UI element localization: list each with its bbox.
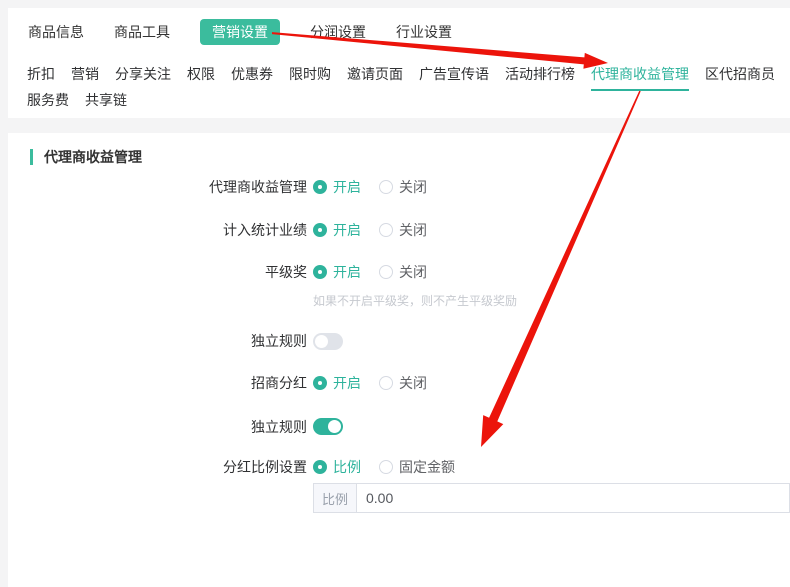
radio-selected-icon[interactable] (313, 376, 327, 390)
section-title: 代理商收益管理 (44, 149, 142, 165)
subtab-ad-slogan[interactable]: 广告宣传语 (419, 64, 489, 84)
radio-option-fixed-amount[interactable]: 固定金额 (379, 457, 455, 477)
radio-option-on[interactable]: 开启 (313, 220, 361, 240)
independent-rule-switch-on[interactable] (313, 418, 343, 435)
label-independent-rule-2: 独立规则 (8, 417, 307, 437)
radio-selected-icon[interactable] (313, 223, 327, 237)
tab-profit-settings[interactable]: 分润设置 (310, 19, 366, 45)
subtab-marketing[interactable]: 营销 (71, 64, 99, 84)
subtab-service-fee[interactable]: 服务费 (27, 90, 69, 110)
subtab-invite-page[interactable]: 邀请页面 (347, 64, 403, 84)
radio-group-dividend-ratio: 比例 固定金额 (313, 457, 455, 477)
radio-option-off[interactable]: 关闭 (379, 177, 427, 197)
radio-option-label: 开启 (333, 373, 361, 393)
radio-group-investment-dividend: 开启 关闭 (313, 373, 427, 393)
radio-option-label: 关闭 (399, 220, 427, 240)
subtab-permission[interactable]: 权限 (187, 64, 215, 84)
radio-option-off[interactable]: 关闭 (379, 262, 427, 282)
subtab-activity-ranking[interactable]: 活动排行榜 (505, 64, 575, 84)
radio-unselected-icon[interactable] (379, 460, 393, 474)
radio-unselected-icon[interactable] (379, 223, 393, 237)
subtab-flash-sale[interactable]: 限时购 (289, 64, 331, 84)
radio-option-label: 开启 (333, 220, 361, 240)
peer-award-helper-text: 如果不开启平级奖，则不产生平级奖励 (313, 293, 517, 309)
radio-option-label: 比例 (333, 457, 361, 477)
primary-nav: 商品信息 商品工具 营销设置 分润设置 行业设置 (28, 19, 790, 45)
switch-knob (328, 420, 341, 433)
subtab-share-chain[interactable]: 共享链 (85, 90, 127, 110)
radio-unselected-icon[interactable] (379, 180, 393, 194)
radio-option-label: 开启 (333, 262, 361, 282)
ratio-input-prefix: 比例 (314, 484, 357, 512)
radio-option-label: 固定金额 (399, 457, 455, 477)
switch-knob (315, 335, 328, 348)
label-investment-dividend: 招商分红 (8, 373, 307, 393)
radio-unselected-icon[interactable] (379, 376, 393, 390)
radio-group-count-into-stats: 开启 关闭 (313, 220, 427, 240)
radio-option-label: 关闭 (399, 177, 427, 197)
subtab-share-follow[interactable]: 分享关注 (115, 64, 171, 84)
radio-option-on[interactable]: 开启 (313, 262, 361, 282)
radio-option-label: 关闭 (399, 373, 427, 393)
subtab-district-agent-recruiter[interactable]: 区代招商员 (705, 64, 775, 84)
independent-rule-switch-off[interactable] (313, 333, 343, 350)
tabs-card: 商品信息 商品工具 营销设置 分润设置 行业设置 折扣 营销 分享关注 权限 优… (8, 8, 790, 118)
radio-option-label: 关闭 (399, 262, 427, 282)
tab-product-tools[interactable]: 商品工具 (114, 19, 170, 45)
radio-option-off[interactable]: 关闭 (379, 373, 427, 393)
content-card: 代理商收益管理 代理商收益管理 开启 关闭 计入统计业绩 开启 关闭 平级奖 开… (8, 133, 790, 587)
radio-option-on[interactable]: 开启 (313, 177, 361, 197)
radio-unselected-icon[interactable] (379, 265, 393, 279)
radio-group-peer-award: 开启 关闭 (313, 262, 427, 282)
tab-product-info[interactable]: 商品信息 (28, 19, 84, 45)
label-agent-revenue-management: 代理商收益管理 (8, 177, 307, 197)
subtab-discount[interactable]: 折扣 (27, 64, 55, 84)
tab-industry-settings[interactable]: 行业设置 (396, 19, 452, 45)
ratio-input-group: 比例 (313, 483, 790, 513)
subtab-agent-revenue-management[interactable]: 代理商收益管理 (591, 64, 689, 84)
label-count-into-stats: 计入统计业绩 (8, 220, 307, 240)
radio-selected-icon[interactable] (313, 180, 327, 194)
radio-option-label: 开启 (333, 177, 361, 197)
radio-selected-icon[interactable] (313, 265, 327, 279)
secondary-nav: 折扣 营销 分享关注 权限 优惠券 限时购 邀请页面 广告宣传语 活动排行榜 代… (27, 64, 782, 110)
radio-option-off[interactable]: 关闭 (379, 220, 427, 240)
ratio-input[interactable] (357, 484, 789, 512)
radio-group-agent-revenue: 开启 关闭 (313, 177, 427, 197)
radio-option-on[interactable]: 开启 (313, 373, 361, 393)
radio-selected-icon[interactable] (313, 460, 327, 474)
label-peer-award: 平级奖 (8, 262, 307, 282)
section-accent-bar (30, 149, 33, 165)
tab-marketing-settings[interactable]: 营销设置 (200, 19, 280, 45)
label-dividend-ratio-setting: 分红比例设置 (8, 457, 307, 477)
label-independent-rule-1: 独立规则 (8, 331, 307, 351)
subtab-coupon[interactable]: 优惠券 (231, 64, 273, 84)
radio-option-ratio[interactable]: 比例 (313, 457, 361, 477)
